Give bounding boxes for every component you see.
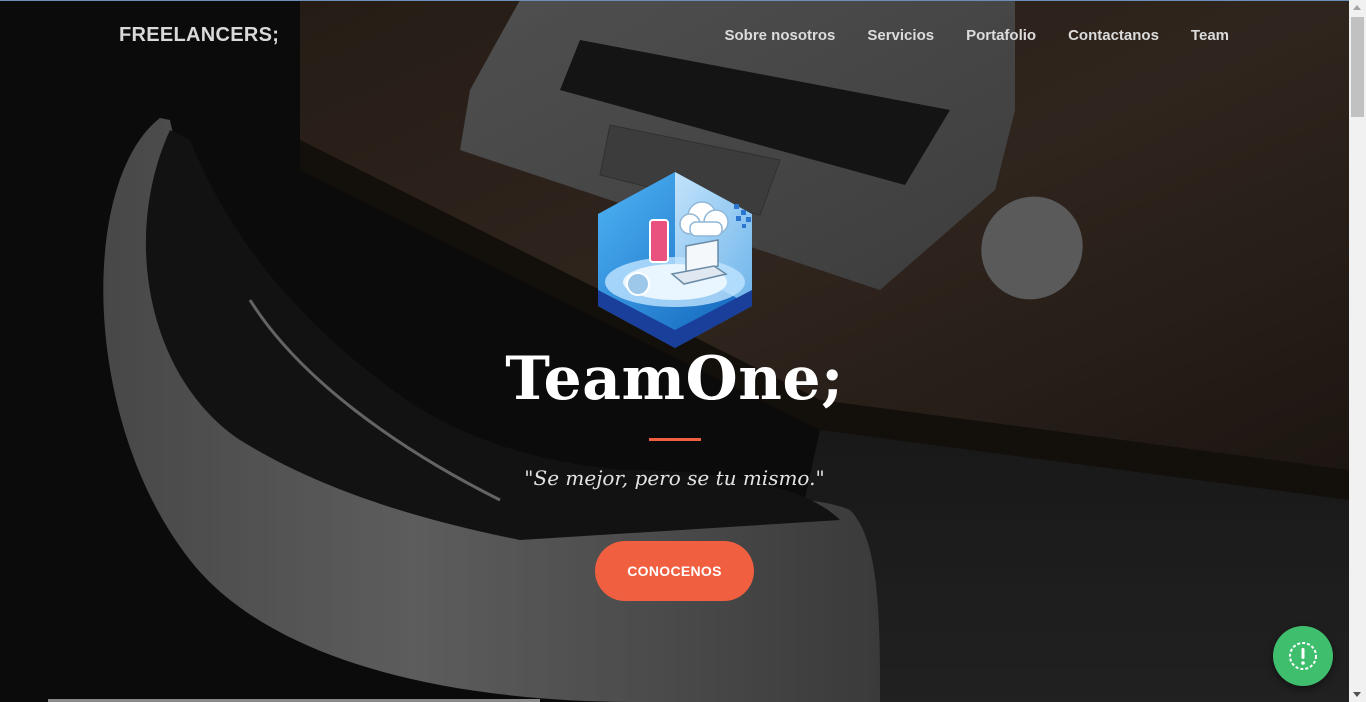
brand-logo-link[interactable]: FREELANCERS; bbox=[119, 24, 279, 47]
alert-icon bbox=[1289, 642, 1317, 670]
hero-quote: "Se mejor, pero se tu mismo." bbox=[524, 466, 825, 490]
floating-alert-button[interactable] bbox=[1273, 626, 1333, 686]
scroll-up-arrow-icon[interactable] bbox=[1353, 5, 1361, 10]
scrollbar-thumb[interactable] bbox=[1351, 17, 1364, 117]
conocenos-button[interactable]: CONOCENOS bbox=[595, 541, 754, 601]
nav-link-servicios[interactable]: Servicios bbox=[867, 27, 934, 44]
nav-link-team[interactable]: Team bbox=[1191, 27, 1229, 44]
cloud-devices-hexagon-icon bbox=[598, 172, 752, 348]
main-navbar: FREELANCERS; Sobre nosotros Servicios Po… bbox=[0, 0, 1349, 74]
nav-link-portafolio[interactable]: Portafolio bbox=[966, 27, 1036, 44]
scroll-down-arrow-icon[interactable] bbox=[1353, 692, 1361, 697]
page-viewport: FREELANCERS; Sobre nosotros Servicios Po… bbox=[0, 0, 1349, 702]
hero-title: TeamOne; bbox=[505, 344, 844, 414]
nav-link-sobre-nosotros[interactable]: Sobre nosotros bbox=[725, 27, 836, 44]
vertical-scrollbar[interactable] bbox=[1349, 0, 1366, 702]
nav-links: Sobre nosotros Servicios Portafolio Cont… bbox=[725, 27, 1230, 44]
nav-link-contactanos[interactable]: Contactanos bbox=[1068, 27, 1159, 44]
hero-divider bbox=[649, 438, 701, 441]
